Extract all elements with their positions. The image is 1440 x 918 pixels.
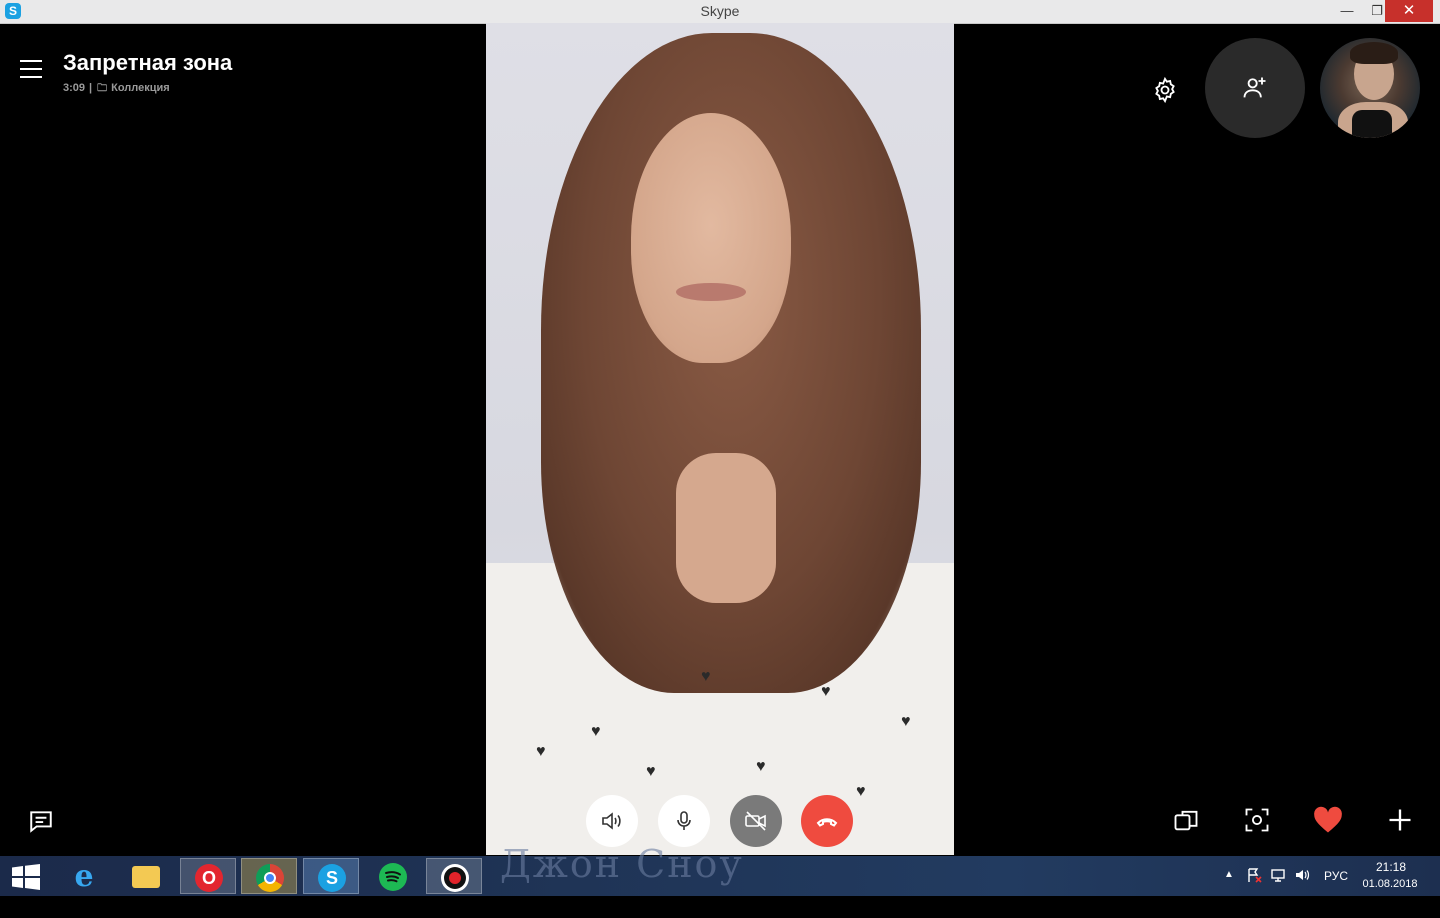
- folder-icon: [132, 866, 160, 888]
- video-toggle-button[interactable]: [730, 795, 782, 847]
- heart-icon: [1314, 806, 1342, 833]
- add-person-icon: [1243, 77, 1266, 98]
- self-hair: [1350, 42, 1398, 64]
- folder-icon: 🗀: [97, 83, 108, 94]
- self-video-preview[interactable]: [1320, 38, 1420, 138]
- video-off-icon: [745, 811, 766, 831]
- tray-language[interactable]: РУС: [1324, 869, 1348, 909]
- taskbar-opera[interactable]: O: [180, 858, 236, 894]
- taskbar-skype[interactable]: S: [303, 858, 359, 894]
- conversation-title: Запретная зона: [63, 50, 233, 75]
- video-lips: [676, 283, 746, 301]
- spotify-icon: [379, 863, 407, 891]
- shirt-heart-icon: ♥: [701, 668, 711, 685]
- ie-icon: e: [74, 859, 94, 894]
- taskbar-chrome[interactable]: [241, 858, 297, 894]
- remote-video: ♥ ♥ ♥ ♥ ♥ ♥ ♥ ♥: [486, 23, 954, 855]
- taskbar: Джон Сноу e O S ▲ РУС 21:18 01.08.2018: [0, 842, 1440, 896]
- chrome-icon: [256, 864, 284, 892]
- microphone-icon: [677, 811, 691, 830]
- switch-camera-icon: [1174, 810, 1198, 831]
- tray-overflow-button[interactable]: ▲: [1224, 869, 1234, 909]
- call-info: 3:09 | 🗀 Коллекция: [63, 81, 170, 98]
- speaker-icon: [602, 812, 621, 830]
- minimize-button[interactable]: —: [1332, 0, 1362, 22]
- tray-clock-date[interactable]: 01.08.2018: [1360, 878, 1420, 918]
- heart-reaction-button[interactable]: [1313, 806, 1342, 834]
- more-options-button[interactable]: [1386, 806, 1414, 834]
- switch-camera-button[interactable]: [1172, 806, 1200, 834]
- chat-icon[interactable]: [28, 808, 54, 834]
- group-label: Коллекция: [111, 82, 170, 94]
- microphone-button[interactable]: [658, 795, 710, 847]
- opera-icon: O: [195, 864, 223, 892]
- shirt-heart-icon: ♥: [536, 743, 546, 760]
- chrome-center: [264, 872, 276, 884]
- shirt-heart-icon: ♥: [901, 713, 911, 730]
- shirt-heart-icon: ♥: [856, 783, 866, 800]
- call-duration: 3:09: [63, 82, 86, 94]
- shirt-heart-icon: ♥: [591, 723, 601, 740]
- window-title: Skype: [700, 3, 740, 19]
- taskbar-spotify[interactable]: [365, 858, 421, 894]
- windows-start-icon[interactable]: [12, 864, 40, 890]
- shirt-heart-icon: ♥: [756, 758, 766, 775]
- hamburger-icon[interactable]: [20, 58, 44, 80]
- tray-volume-icon[interactable]: [1294, 867, 1310, 883]
- snapshot-button[interactable]: [1243, 806, 1271, 834]
- hangup-button[interactable]: [801, 795, 853, 847]
- plus-icon: [1389, 809, 1411, 831]
- taskbar-file-explorer[interactable]: [118, 858, 174, 894]
- self-tank: [1352, 110, 1392, 138]
- video-face: [631, 113, 791, 363]
- skype-icon: S: [318, 864, 346, 892]
- snapshot-icon: [1245, 808, 1269, 832]
- separator: |: [89, 82, 93, 94]
- shirt-heart-icon: ♥: [821, 683, 831, 700]
- wallpaper-text: Джон Сноу: [500, 842, 744, 886]
- add-participant-button[interactable]: [1205, 38, 1305, 138]
- hangup-icon: [816, 818, 838, 827]
- tray-flag-icon[interactable]: [1246, 867, 1262, 883]
- tray-network-icon[interactable]: [1270, 867, 1286, 883]
- record-dot: [449, 872, 461, 884]
- taskbar-recorder[interactable]: [426, 858, 482, 894]
- shirt-heart-icon: ♥: [646, 763, 656, 780]
- record-ring: [444, 867, 466, 889]
- record-icon: [441, 864, 469, 892]
- close-button[interactable]: ✕: [1385, 0, 1433, 22]
- title-bar: S Skype — ❐ ✕: [0, 0, 1440, 24]
- video-neck: [676, 453, 776, 603]
- speaker-button[interactable]: [586, 795, 638, 847]
- gear-icon[interactable]: [1151, 76, 1179, 104]
- taskbar-internet-explorer[interactable]: e: [56, 858, 112, 894]
